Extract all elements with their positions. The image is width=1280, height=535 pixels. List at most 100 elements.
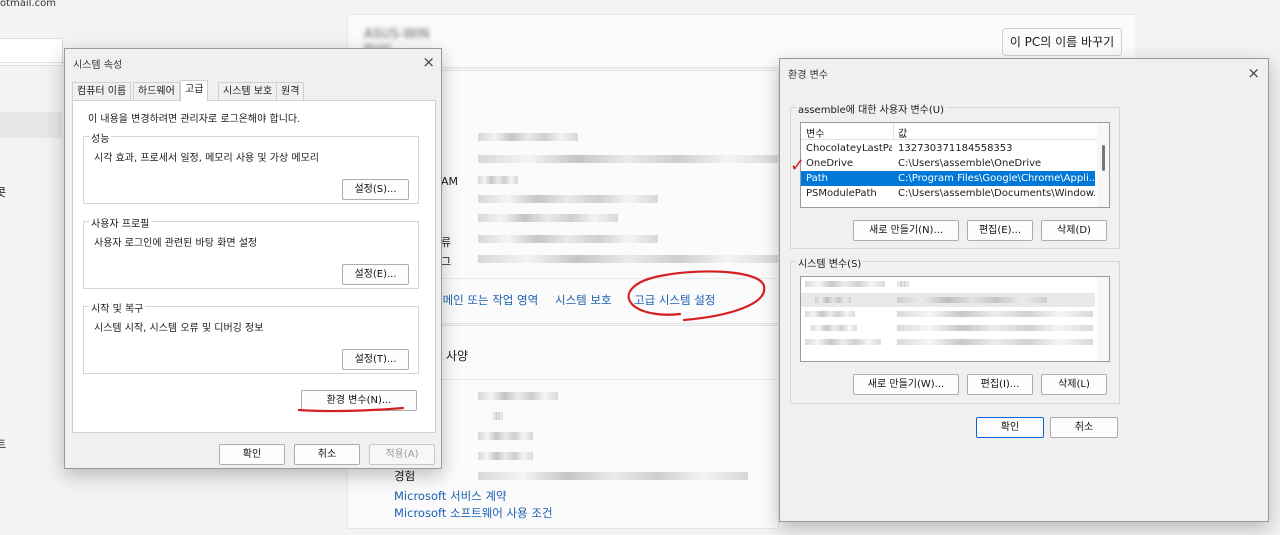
- spec-value-blurred: [478, 255, 778, 263]
- nav-item-fragment-2[interactable]: 트: [0, 436, 6, 452]
- list-item[interactable]: ChocolateyLastPat... 132730371184558353: [801, 141, 1095, 156]
- blurred-row: [897, 339, 1093, 345]
- user-new-button[interactable]: 새로 만들기(N)...: [853, 220, 959, 241]
- group-label: 사용자 프로필: [89, 215, 152, 230]
- tab-panel: 이 내용을 변경하려면 관리자로 로그온해야 합니다. 성능 시각 효과, 프로…: [72, 100, 436, 433]
- spec-value-blurred: [478, 133, 578, 141]
- dialog-title: 환경 변수: [788, 70, 828, 81]
- ok-button[interactable]: 확인: [976, 417, 1044, 438]
- environment-variables-dialog: 환경 변수 × assemble에 대한 사용자 변수(U) 변수 값 Choc…: [779, 58, 1269, 522]
- blurred-row: [897, 297, 1047, 303]
- user-variables-list[interactable]: 변수 값 ChocolateyLastPat... 13273037118455…: [800, 122, 1110, 208]
- vertical-scrollbar[interactable]: [1097, 277, 1109, 361]
- spec-value-blurred: [478, 155, 778, 163]
- close-icon[interactable]: ×: [422, 55, 435, 70]
- microsoft-license-terms-link[interactable]: Microsoft 소프트웨어 사용 조건: [394, 505, 553, 521]
- system-new-button[interactable]: 새로 만들기(W)...: [853, 374, 959, 395]
- spec-value-blurred: [493, 412, 503, 420]
- group-label: 성능: [89, 130, 112, 145]
- blurred-row: [805, 281, 885, 287]
- spec-label-fragment: 류: [441, 236, 452, 249]
- user-variables-group: assemble에 대한 사용자 변수(U) 변수 값 ChocolateyLa…: [790, 101, 1120, 249]
- system-variables-group: 시스템 변수(S) 새로 만들기(W)... 편집(I)... 삭제(L): [790, 255, 1120, 404]
- domain-workgroup-link[interactable]: 도메인 또는 작업 영역: [432, 292, 538, 308]
- column-header-value[interactable]: 값: [898, 125, 1109, 140]
- var-name: OneDrive: [806, 158, 854, 169]
- tab-remote[interactable]: 원격: [276, 82, 305, 101]
- red-circle-annotation: [627, 270, 766, 322]
- nav-item-fragment-1[interactable]: 콧: [0, 184, 6, 200]
- spec-value-blurred: [478, 176, 518, 184]
- red-underline-annotation: [297, 406, 405, 413]
- column-header-variable[interactable]: 변수: [806, 125, 892, 140]
- rename-pc-button[interactable]: 이 PC의 이름 바꾸기: [1002, 28, 1122, 56]
- blurred-row: [811, 325, 857, 331]
- list-header: 변수 값: [801, 123, 1109, 140]
- column-separator: [893, 123, 894, 139]
- group-description: 사용자 로그인에 관련된 바탕 화면 설정: [94, 238, 258, 249]
- group-label: 시스템 변수(S): [796, 255, 864, 270]
- tab-hardware[interactable]: 하드웨어: [133, 82, 180, 101]
- spec-value-blurred: [478, 452, 533, 460]
- experience-label: 경험: [394, 469, 416, 483]
- windows-spec-heading: 사양: [446, 349, 469, 363]
- performance-group: 성능 시각 효과, 프로세서 일정, 메모리 사용 및 가상 메모리 설정(S)…: [83, 130, 419, 204]
- group-description: 시각 효과, 프로세서 일정, 메모리 사용 및 가상 메모리: [94, 153, 319, 164]
- blurred-row: [805, 311, 855, 317]
- group-description: 시스템 시작, 시스템 오류 및 디버깅 정보: [94, 323, 264, 334]
- user-profile-settings-button[interactable]: 설정(E)...: [342, 264, 409, 285]
- vertical-scrollbar[interactable]: [1097, 123, 1109, 207]
- tab-system-protection[interactable]: 시스템 보호: [218, 82, 278, 101]
- spec-label-fragment: AM: [441, 175, 459, 188]
- list-item-selected[interactable]: Path C:\Program Files\Google\Chrome\Appl…: [801, 171, 1095, 186]
- list-item[interactable]: PSModulePath C:\Users\assemble\Documents…: [801, 186, 1095, 201]
- performance-settings-button[interactable]: 설정(S)...: [342, 179, 409, 200]
- system-edit-button[interactable]: 편집(I)...: [967, 374, 1033, 395]
- tab-computer-name[interactable]: 컴퓨터 이름: [72, 82, 132, 101]
- group-label: assemble에 대한 사용자 변수(U): [796, 101, 946, 116]
- blurred-row: [897, 311, 1093, 317]
- var-value: C:\Program Files\Google\Chrome\Appli...: [898, 173, 1095, 184]
- blurred-row: [805, 339, 881, 345]
- tab-strip: 컴퓨터 이름 하드웨어 고급 시스템 보호 원격: [72, 80, 434, 101]
- system-protection-link[interactable]: 시스템 보호: [555, 292, 612, 308]
- microsoft-services-agreement-link[interactable]: Microsoft 서비스 계약: [394, 488, 507, 504]
- dialog-title: 시스템 속성: [73, 60, 123, 71]
- system-delete-button[interactable]: 삭제(L): [1041, 374, 1107, 395]
- cancel-button[interactable]: 취소: [294, 444, 360, 465]
- blurred-row: [897, 281, 909, 287]
- spec-value-blurred: [478, 214, 618, 222]
- nav-selected-item[interactable]: [0, 112, 62, 138]
- apply-button[interactable]: 적용(A): [369, 444, 435, 465]
- user-edit-button[interactable]: 편집(E)...: [967, 220, 1033, 241]
- system-variables-list[interactable]: [800, 276, 1110, 362]
- user-delete-button[interactable]: 삭제(D): [1041, 220, 1107, 241]
- settings-nav-pane: [0, 0, 62, 535]
- account-email: otmail.com: [0, 0, 57, 9]
- var-name: Path: [806, 173, 828, 184]
- tab-advanced[interactable]: 고급: [180, 80, 209, 101]
- scrollbar-thumb[interactable]: [1102, 145, 1105, 171]
- system-properties-dialog: 시스템 속성 × 컴퓨터 이름 하드웨어 고급 시스템 보호 원격 이 내용을 …: [64, 48, 442, 469]
- spec-label-fragment: 그: [441, 255, 452, 268]
- var-value: C:\Users\assemble\Documents\Window...: [898, 188, 1095, 199]
- red-checkmark-annotation: ✓: [790, 155, 806, 176]
- spec-value-blurred: [478, 392, 558, 400]
- spec-value-blurred: [478, 472, 748, 480]
- var-name: ChocolateyLastPat...: [806, 143, 892, 154]
- ok-button[interactable]: 확인: [219, 444, 285, 465]
- var-name: PSModulePath: [806, 188, 877, 199]
- spec-value-blurred: [478, 195, 658, 203]
- user-profile-group: 사용자 프로필 사용자 로그인에 관련된 바탕 화면 설정 설정(E)...: [83, 215, 419, 289]
- cancel-button[interactable]: 취소: [1050, 417, 1118, 438]
- var-value: C:\Users\assemble\OneDrive: [898, 158, 1042, 169]
- startup-recovery-settings-button[interactable]: 설정(T)...: [342, 349, 409, 370]
- list-item[interactable]: OneDrive C:\Users\assemble\OneDrive: [801, 156, 1095, 171]
- var-value: 132730371184558353: [898, 143, 1013, 154]
- admin-note: 이 내용을 변경하려면 관리자로 로그온해야 합니다.: [88, 114, 301, 125]
- spec-value-blurred: [478, 235, 658, 243]
- startup-recovery-group: 시작 및 복구 시스템 시작, 시스템 오류 및 디버깅 정보 설정(T)...: [83, 300, 419, 374]
- group-label: 시작 및 복구: [89, 300, 146, 315]
- close-icon[interactable]: ×: [1247, 66, 1260, 81]
- spec-value-blurred: [478, 432, 533, 440]
